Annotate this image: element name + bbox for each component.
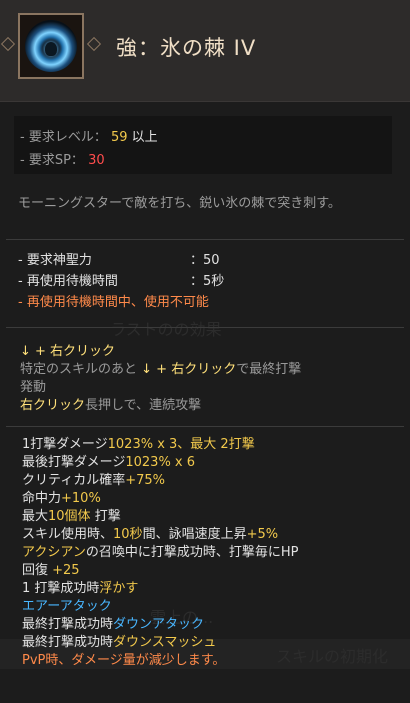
required-sp-row: - 要求SP： 30 [20,152,105,170]
required-level-row: - 要求レベル： 59 以上 [20,129,158,147]
required-level-suffix: 以上 [131,130,158,145]
effect-line: アクシアンの召喚中に打撃成功時、打撃毎にHP [22,544,402,562]
icon-core [45,42,57,56]
effect-line: 1 打撃成功時浮かす [22,580,402,598]
effect-text: 最大 [22,509,49,524]
combo-line: 特定のスキルのあと ↓ + 右クリックで最終打撃 [20,361,400,379]
effect-value: 1023% x 6 [125,455,196,470]
combo-line: ↓ + 右クリック [20,343,400,361]
effect-line: 最後打撃ダメージ1023% x 6 [22,454,402,472]
combo-key: ↓ + 右クリック [20,344,116,359]
effect-line: 命中力+10% [22,490,402,508]
skill-title: 強：氷の棘 IV [116,36,257,60]
effect-value: 1023% x 3、最大 2打撃 [107,437,255,452]
effect-text: 打撃 [90,509,121,524]
effect-line: 最終打撃成功時ダウンアタック [22,616,402,634]
effect-value: ダウンアタック [113,617,205,632]
required-sp-value: 30 [88,153,105,168]
effect-text: 最終打撃成功時 [22,617,114,632]
effect-line: 回復 +25 [22,562,402,580]
skill-tooltip: ラストのの効果 雲上の... スキルの初期化 強：氷の棘 IV - 要求レベル：… [0,0,410,703]
divider [6,426,404,427]
divine-power-label: - 要求神聖力 [18,253,92,268]
divine-power-value: ：50 [190,253,220,268]
effect-text: 1打撃ダメージ [22,437,108,452]
effect-text: クリティカル確率 [22,473,126,488]
effect-value: 浮かす [99,581,139,596]
pvp-note: PvP時、ダメージ量が減少します。 [22,653,226,668]
ice-thorn-skill-icon [25,20,77,72]
frame-ornament-icon [86,36,102,52]
divider [6,239,404,240]
required-sp-label: - 要求SP： [20,153,84,168]
effect-value: ダウンスマッシュ [113,635,217,650]
effect-line: 最大10個体 打撃 [22,508,402,526]
effect-value: +25 [52,563,80,578]
cooldown-value: ：5秒 [190,274,225,289]
tooltip-header: 強：氷の棘 IV [0,0,410,102]
skill-stats: - 要求神聖力 ：50 - 再使用待機時間 ：5秒 - 再使用待機時間中、使用不… [14,246,392,318]
combo-key: 右クリック [20,398,86,413]
effect-value: アクシアン [22,545,86,560]
effect-value: 10個体 [48,509,91,524]
divider [6,327,404,328]
effect-line: 1打撃ダメージ1023% x 3、最大 2打撃 [22,436,402,454]
effect-line: スキル使用時、10秒間、詠唱速度上昇+5% [22,526,402,544]
skill-icon-frame [18,13,84,79]
skill-effects: 1打撃ダメージ1023% x 3、最大 2打撃 最後打撃ダメージ1023% x … [22,436,402,670]
effect-text: 回復 [22,563,53,578]
requirements-box: - 要求レベル： 59 以上 - 要求SP： 30 [14,116,392,174]
effect-line: エアーアタック [22,599,112,614]
effect-line: 最終打撃成功時ダウンスマッシュ [22,634,402,652]
combo-text: で最終打撃 [236,362,302,377]
effect-text: 1 打撃成功時 [22,581,100,596]
combo-text: 特定のスキルのあと [20,362,142,377]
combo-line: 右クリック長押しで、連続攻撃 [20,397,400,415]
combo-line: 発動 [20,380,47,395]
effect-value: +10% [61,491,101,506]
combo-text: 長押しで、連続攻撃 [85,398,202,413]
effect-text: 最後打撃ダメージ [22,455,126,470]
effect-value: +5% [246,527,279,542]
cooldown-note: - 再使用待機時間中、使用不可能 [18,295,209,310]
effect-line: クリティカル確率+75% [22,472,402,490]
effect-text: 命中力 [22,491,62,506]
effect-value: +75% [125,473,166,488]
effect-text: の召喚中に打撃成功時、打撃毎にHP [85,545,299,560]
cooldown-label: - 再使用待機時間 [18,274,118,289]
required-level-value: 59 [110,130,128,145]
effect-text: スキル使用時、 [22,527,114,542]
frame-ornament-icon [0,36,16,52]
combo-instructions: ↓ + 右クリック 特定のスキルのあと ↓ + 右クリックで最終打撃 発動 右ク… [20,343,400,415]
effect-value: 10秒 [113,527,143,542]
required-level-label: - 要求レベル： [20,130,107,145]
combo-key: ↓ + 右クリック [141,362,237,377]
effect-text: 最終打撃成功時 [22,635,114,650]
effect-text: 間、詠唱速度上昇 [142,527,247,542]
skill-description: モーニングスターで敵を打ち、鋭い氷の棘で突き刺す。 [18,196,341,211]
background-text: ラストのの効果 [110,320,222,339]
